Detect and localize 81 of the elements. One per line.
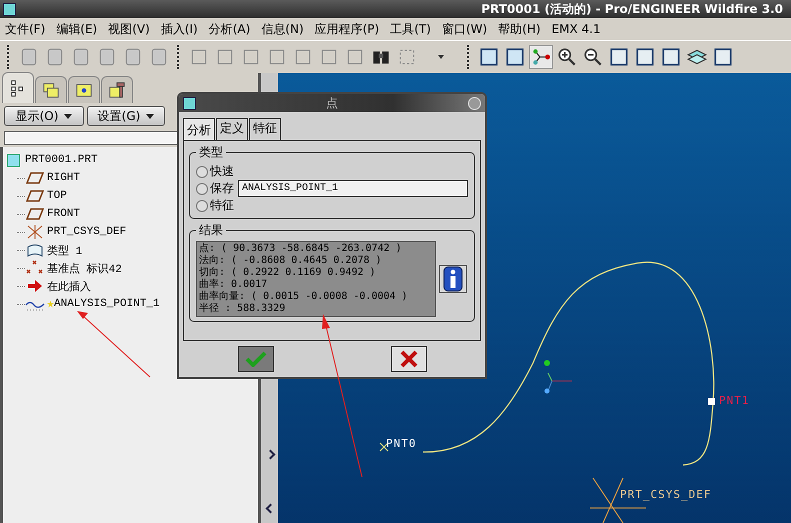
tree-item-label: TOP (47, 190, 67, 202)
caret-icon[interactable] (438, 55, 444, 59)
group-title: 结果 (198, 222, 224, 239)
close-icon (400, 350, 418, 368)
point-label: PRT_CSYS_DEF (620, 488, 712, 501)
asterisk-icon (47, 300, 54, 308)
caret-icon (64, 114, 72, 118)
radio-label: 特征 (210, 197, 234, 214)
navigator-tab[interactable] (2, 72, 34, 103)
result-line: 曲率: 0.0017 (199, 279, 268, 290)
menu-item[interactable]: 插入(I) (160, 20, 198, 38)
menu-item[interactable]: 文件(F) (5, 20, 46, 38)
checkmark-icon (244, 351, 266, 367)
result-line: 曲率向量: ( 0.0015 -0.0008 -0.0004 ) (199, 291, 409, 302)
point-marker (708, 398, 715, 405)
dialog-title: 点 (326, 94, 338, 112)
cancel-button[interactable] (390, 346, 426, 372)
menu-item[interactable]: 分析(A) (208, 20, 250, 38)
radio-option[interactable]: 特征 (196, 197, 234, 214)
app-icon (3, 2, 16, 16)
tree-item-label: 类型 1 (47, 244, 82, 258)
star-folder-icon (75, 81, 93, 99)
navigator-tab[interactable] (68, 76, 100, 103)
dialog-tab[interactable]: 定义 (216, 118, 248, 140)
group-title: 类型 (198, 144, 224, 161)
hammer-folder-icon (108, 81, 126, 99)
surface-icon (25, 242, 45, 258)
menu-item[interactable]: 窗口(W) (442, 20, 488, 38)
menu-item[interactable]: EMX 4.1 (552, 22, 601, 36)
menu-item[interactable]: 视图(V) (108, 20, 150, 38)
menu-item[interactable]: 应用程序(P) (314, 20, 380, 38)
caret-icon (146, 114, 154, 118)
point-label: PNT1 (719, 394, 750, 407)
navigator-tab[interactable] (101, 76, 133, 103)
close-icon[interactable] (468, 96, 481, 110)
menu-item[interactable]: 帮助(H) (498, 20, 541, 38)
radio-button[interactable] (196, 182, 208, 194)
tree-item-label: 基准点 标识42 (47, 262, 122, 276)
radio-option[interactable]: 保存 (196, 180, 234, 197)
name-field[interactable]: ANALYSIS_POINT_1 (238, 180, 468, 197)
radio-label: 保存 (210, 180, 234, 197)
tree-item-label: PRT0001.PRT (25, 154, 98, 166)
dropdown-button[interactable]: 设置(G) (87, 106, 165, 126)
radio-label: 快速 (210, 163, 234, 180)
info-icon (443, 266, 463, 292)
radio-button[interactable] (196, 200, 208, 212)
ok-button[interactable] (238, 346, 274, 372)
dialog-tab[interactable]: 特征 (249, 118, 281, 140)
point-cross-icon (380, 442, 388, 452)
menu-item[interactable]: 工具(T) (390, 20, 431, 38)
tree-item-label: PRT_CSYS_DEF (47, 226, 126, 238)
axis-triad (544, 360, 572, 394)
coordinate-system-icon (25, 224, 45, 240)
menu-item[interactable]: 信息(N) (261, 20, 304, 38)
zoom-in-icon[interactable] (556, 46, 578, 68)
part-icon (7, 154, 20, 166)
dialog-icon (183, 96, 196, 110)
zoom-out-icon[interactable] (582, 46, 604, 68)
info-button[interactable] (439, 265, 467, 293)
tree-item-label: FRONT (47, 208, 80, 220)
tree-item-label: ANALYSIS_POINT_1 (54, 298, 160, 310)
tree-item-label: RIGHT (47, 172, 80, 184)
datum-points-icon (25, 260, 45, 276)
tree-item-label: 在此插入 (47, 280, 91, 294)
window-title: PRT0001 (活动的) - Pro/ENGINEER Wildfire 3.0 (481, 0, 783, 18)
folders-icon (42, 81, 60, 99)
radio-option[interactable]: 快速 (196, 163, 234, 180)
result-line: 点: ( 90.3673 -58.6845 -263.0742 ) (199, 243, 403, 254)
radio-button[interactable] (196, 166, 208, 178)
plane-icon (25, 188, 45, 204)
result-line: 法向: ( -0.8608 0.4645 0.2078 ) (199, 255, 383, 266)
point-display-icon[interactable] (530, 46, 552, 68)
plane-icon (25, 206, 45, 222)
menu-item[interactable]: 编辑(E) (56, 20, 98, 38)
point-label: PNT0 (386, 437, 416, 450)
result-line: 切向: ( 0.2922 0.1169 0.9492 ) (199, 267, 377, 278)
dialog-tab[interactable]: 分析 (183, 118, 215, 140)
dropdown-button[interactable]: 显示(O) (4, 106, 84, 126)
plane-icon (25, 170, 45, 186)
navigator-tab[interactable] (35, 76, 67, 103)
result-line: 半径 : 588.3329 (199, 303, 286, 315)
